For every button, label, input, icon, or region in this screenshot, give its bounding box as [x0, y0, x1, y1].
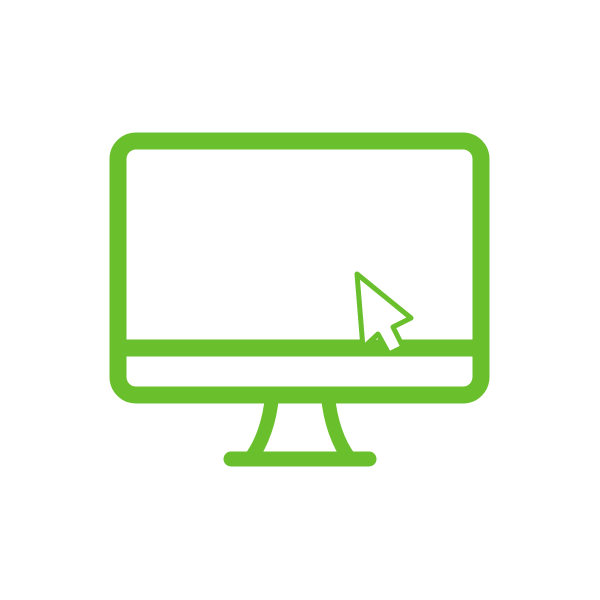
- monitor-stand-icon: [243, 395, 357, 466]
- monitor-frame: [109, 132, 490, 404]
- icon-canvas: [0, 0, 600, 600]
- cursor-arrow-icon: [354, 271, 414, 357]
- desktop-computer-with-cursor-icon: [109, 132, 490, 467]
